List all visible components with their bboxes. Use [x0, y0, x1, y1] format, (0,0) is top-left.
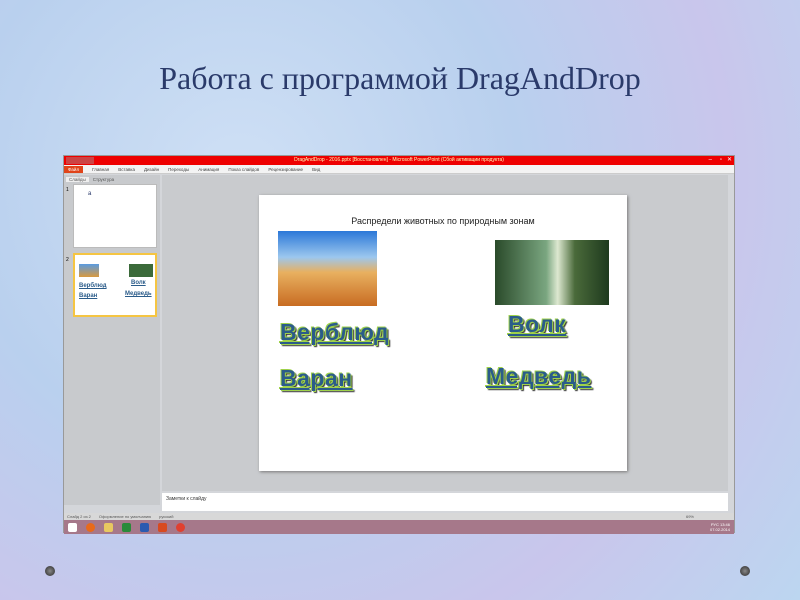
thumb-word: Верблюд — [79, 283, 107, 289]
slide-editor: Распредели животных по природным зонам В… — [162, 175, 728, 491]
powerpoint-icon[interactable] — [158, 522, 167, 532]
slides-panel: Слайды Структура 1 а 2 Верблюд Волк Вара… — [64, 175, 160, 505]
draggable-word-bear[interactable]: Медведь — [486, 363, 591, 390]
system-clock[interactable]: РУС 13:46 07.02.2014 — [710, 522, 730, 532]
excel-icon[interactable] — [122, 522, 131, 532]
tab-file[interactable]: Файл — [64, 165, 84, 173]
zoom-level[interactable]: 69% — [686, 514, 694, 519]
notes-input[interactable]: Заметки к слайду — [162, 493, 728, 511]
thumb-word: Волк — [131, 280, 146, 286]
slide-counter: Слайд 2 из 2 — [67, 514, 91, 519]
presentation-title: Работа с программой DragAndDrop — [159, 60, 641, 96]
title-bar: DragAndDrop - 2016.pptx [Восстановлен] -… — [64, 156, 734, 165]
tab-view[interactable]: Вид — [312, 167, 320, 172]
language[interactable]: русский — [159, 514, 173, 519]
tab-insert[interactable]: Вставка — [118, 167, 135, 172]
bullet-decoration — [740, 566, 750, 576]
forest-image[interactable] — [495, 240, 609, 305]
chrome-icon[interactable] — [176, 522, 185, 532]
word-icon[interactable] — [140, 522, 149, 532]
slide-heading: Распредели животных по природным зонам — [351, 216, 535, 226]
quick-access-toolbar[interactable] — [66, 157, 94, 164]
taskbar: РУС 13:46 07.02.2014 — [64, 520, 734, 534]
slide: Распредели животных по природным зонам В… — [259, 195, 627, 471]
tab-animations[interactable]: Анимация — [198, 167, 219, 172]
minimize-button[interactable]: – — [709, 156, 712, 165]
tab-home[interactable]: Главная — [92, 167, 109, 172]
thumb-number: 1 — [66, 187, 69, 193]
tab-design[interactable]: Дизайн — [144, 167, 159, 172]
draggable-word-camel[interactable]: Верблюд — [280, 319, 389, 346]
slide-thumbnail-1[interactable]: а — [73, 184, 157, 248]
draggable-word-monitor-lizard[interactable]: Варан — [280, 365, 353, 392]
windows-start-icon[interactable] — [68, 522, 77, 532]
thumb-word: Варан — [79, 293, 98, 299]
clock-date: 07.02.2014 — [709, 527, 730, 532]
tab-transitions[interactable]: Переходы — [168, 167, 189, 172]
desert-image[interactable] — [278, 231, 377, 306]
slide-thumbnail-2[interactable]: Верблюд Волк Варан Медведь — [73, 253, 157, 317]
bullet-decoration — [45, 566, 55, 576]
tab-outline[interactable]: Структура — [93, 177, 114, 182]
tab-slides[interactable]: Слайды — [66, 177, 89, 182]
explorer-icon[interactable] — [104, 522, 113, 532]
tab-slideshow[interactable]: Показ слайдов — [228, 167, 259, 172]
tab-review[interactable]: Рецензирование — [268, 167, 303, 172]
thumb-word: Медведь — [125, 291, 152, 297]
thumb-text: а — [88, 191, 92, 197]
theme-name: Оформление по умолчанию — [98, 514, 152, 519]
close-button[interactable]: ✕ — [727, 156, 732, 165]
powerpoint-window: DragAndDrop - 2016.pptx [Восстановлен] -… — [63, 155, 735, 534]
ribbon-tabs: Файл Главная Вставка Дизайн Переходы Ани… — [64, 165, 734, 174]
window-title: DragAndDrop - 2016.pptx [Восстановлен] -… — [294, 157, 504, 163]
status-bar: Слайд 2 из 2 Оформление по умолчанию рус… — [64, 513, 734, 520]
draggable-word-wolf[interactable]: Волк — [508, 311, 566, 338]
firefox-icon[interactable] — [86, 522, 95, 532]
maximize-button[interactable]: ▫ — [720, 156, 722, 165]
thumb-number: 2 — [66, 257, 69, 263]
